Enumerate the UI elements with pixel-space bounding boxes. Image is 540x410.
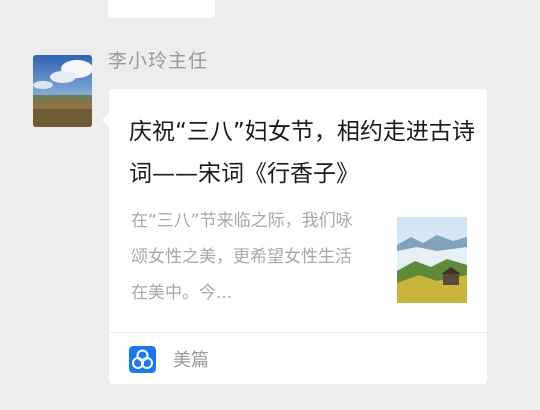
sender-name: 李小玲主任 [108,50,209,72]
card-source: 美篇 [129,344,209,374]
sender-avatar[interactable] [33,55,92,127]
article-thumbnail [397,217,467,303]
article-title: 庆祝“三八”妇女节，相约走进古诗词——宋词《行香子》 [129,119,475,187]
meipian-logo-icon [129,345,156,373]
source-name: 美篇 [173,350,209,371]
shared-article-card[interactable]: 庆祝“三八”妇女节，相约走进古诗词——宋词《行香子》 在“三八”节来临之际，我们… [102,89,487,384]
card-divider [109,332,487,333]
previous-message-bubble[interactable] [108,0,215,18]
landscape-avatar-image [33,55,92,127]
article-description: 在“三八”节来临之际，我们咏颂女性之美，更希望女性生活在美中。今... [131,211,353,303]
mountain-landscape-thumbnail [397,217,467,303]
